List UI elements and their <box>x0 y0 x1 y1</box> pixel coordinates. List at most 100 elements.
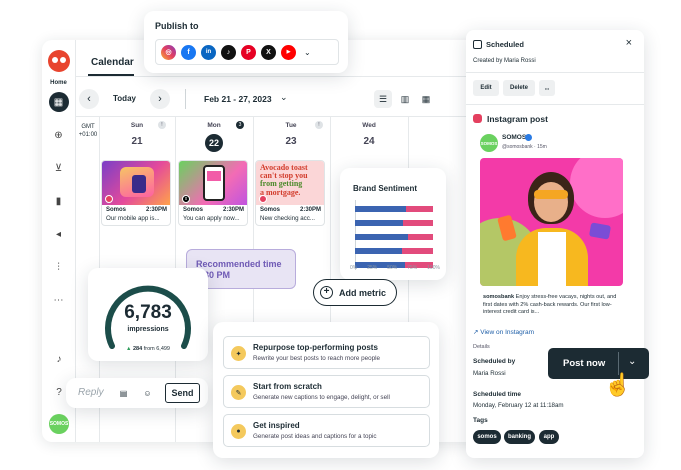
scheduled-post-card[interactable]: Somos 2:30PM Our mobile app is... <box>101 160 171 226</box>
post-thumbnail: x <box>179 161 247 205</box>
next-week-button[interactable]: › <box>150 89 170 109</box>
pinterest-icon[interactable]: P <box>241 44 256 60</box>
inbox-icon[interactable]: ⊻ <box>49 158 69 178</box>
wand-icon: ✦ <box>231 346 246 361</box>
post-now-button[interactable]: Post now ⌄ <box>548 348 649 379</box>
x-icon[interactable]: X <box>261 44 276 60</box>
view-on-instagram-link[interactable]: ↗ View on Instagram <box>473 328 534 336</box>
post-text: New checking acc... <box>260 215 316 222</box>
info-icon[interactable]: ! <box>158 121 166 129</box>
post-author: Somos <box>260 207 281 213</box>
post-text: You can apply now... <box>183 215 240 222</box>
scheduled-by-label: Scheduled by <box>473 358 516 365</box>
sentiment-bar-row <box>355 234 433 240</box>
timezone-name: GMT <box>81 124 95 130</box>
ai-option-inspired[interactable]: ● Get inspired Generate post ideas and c… <box>223 414 430 447</box>
more-options-button[interactable]: ••• <box>539 80 555 96</box>
calendar-icon[interactable]: ▦ <box>48 92 69 112</box>
post-time: 2:30PM <box>222 207 244 213</box>
instagram-icon[interactable]: ◎ <box>161 44 176 60</box>
change-value: 284 <box>132 346 143 352</box>
scheduled-post-card[interactable]: x Somos 2:30PM You can apply now... <box>178 160 248 226</box>
tick-label: 0% <box>350 265 358 271</box>
reply-input[interactable]: Reply <box>78 387 104 398</box>
close-icon[interactable]: × <box>626 37 632 49</box>
profile-avatar[interactable]: SOMOS <box>49 414 69 434</box>
post-thumbnail <box>102 161 170 205</box>
tick-label: 25% <box>367 265 378 271</box>
day-number[interactable]: 24 <box>354 136 384 147</box>
pencil-icon: ✎ <box>231 385 246 400</box>
tiktok-icon[interactable]: ♪ <box>221 44 236 60</box>
created-by: Created by Maria Rossi <box>473 58 536 64</box>
publish-to-popup: Publish to ◎ f in ♪ P X ▶ ⌄ <box>144 11 348 73</box>
post-now-label: Post now <box>563 358 606 369</box>
chevron-down-icon[interactable]: ⌄ <box>628 356 636 367</box>
option-description: Generate post ideas and captions for a t… <box>253 433 377 440</box>
account-avatar: SOMOS <box>480 134 498 152</box>
divider <box>466 104 644 105</box>
change-from: from 6,499 <box>143 346 170 352</box>
post-photo <box>480 158 623 286</box>
tick-label: 50% <box>387 265 398 271</box>
today-button[interactable]: Today <box>113 94 136 103</box>
network-selector[interactable]: ◎ f in ♪ P X ▶ ⌄ <box>155 39 339 65</box>
add-metric-button[interactable]: + Add metric <box>313 279 397 306</box>
lightbulb-icon: ● <box>231 424 246 439</box>
post-author: Somos <box>106 207 127 213</box>
week-view-icon[interactable]: ▥ <box>396 90 414 108</box>
tags-label: Tags <box>473 417 488 424</box>
plus-icon[interactable]: ⊕ <box>49 125 69 145</box>
linkedin-icon[interactable]: in <box>201 44 216 60</box>
home-label: Home <box>50 80 67 86</box>
delete-button[interactable]: Delete <box>503 80 535 96</box>
day-number[interactable]: 23 <box>276 136 306 147</box>
day-name: Mon <box>207 122 221 129</box>
chart-title: Brand Sentiment <box>353 184 418 193</box>
date-range[interactable]: Feb 21 - 27, 2023 <box>204 94 272 104</box>
tab-calendar[interactable]: Calendar <box>91 57 134 68</box>
calendar-icon <box>473 40 482 49</box>
edit-button[interactable]: Edit <box>473 80 499 96</box>
hootsuite-owl-logo[interactable] <box>47 50 70 72</box>
recommended-time: 2:30 PM <box>196 270 231 280</box>
reply-box: Reply ▤ ☺ Send <box>66 378 208 408</box>
scheduled-post-card[interactable]: Avocado toast can't stop you from gettin… <box>255 160 325 226</box>
info-icon[interactable]: 3 <box>236 121 244 129</box>
reports-icon[interactable]: ⫶ <box>49 257 69 277</box>
prev-week-button[interactable]: ‹ <box>79 89 99 109</box>
divider <box>185 89 186 109</box>
more-icon[interactable]: ⋯ <box>49 290 69 310</box>
instagram-icon <box>259 195 267 203</box>
message-icon[interactable]: ▤ <box>118 388 129 399</box>
day-number[interactable]: 21 <box>122 136 152 147</box>
divider <box>76 76 492 77</box>
post-author: Somos <box>183 207 204 213</box>
post-type: Instagram post <box>487 114 548 124</box>
emoji-icon[interactable]: ☺ <box>142 388 153 399</box>
analytics-icon[interactable]: ▮ <box>49 191 69 211</box>
tag-chip[interactable]: banking <box>504 430 535 444</box>
megaphone-icon[interactable]: ◂ <box>49 224 69 244</box>
timezone-label: GMT +01:00 <box>77 123 99 139</box>
list-view-icon[interactable]: ☰ <box>374 90 392 108</box>
chevron-down-icon[interactable]: ⌄ <box>304 48 311 57</box>
facebook-icon[interactable]: f <box>181 44 196 60</box>
bell-icon[interactable]: ♪ <box>49 349 69 369</box>
ai-option-repurpose[interactable]: ✦ Repurpose top-performing posts Rewrite… <box>223 336 430 369</box>
tag-chip[interactable]: app <box>539 430 559 444</box>
panel-title: Scheduled <box>486 40 524 49</box>
day-name: Wed <box>362 122 376 129</box>
send-button[interactable]: Send <box>165 383 200 403</box>
youtube-icon[interactable]: ▶ <box>281 44 296 60</box>
day-name: Sun <box>130 122 144 129</box>
day-number-today[interactable]: 22 <box>205 134 223 152</box>
brand-sentiment-card: Brand Sentiment <box>340 168 446 280</box>
month-view-icon[interactable]: ▦ <box>417 90 435 108</box>
tag-chip[interactable]: somos <box>473 430 501 444</box>
account-handle: @somosbank · 15m <box>502 144 547 150</box>
ai-option-scratch[interactable]: ✎ Start from scratch Generate new captio… <box>223 375 430 408</box>
sentiment-bar-positive <box>355 220 404 226</box>
info-icon[interactable]: ! <box>315 121 323 129</box>
chevron-down-icon[interactable]: ⌄ <box>280 92 288 103</box>
